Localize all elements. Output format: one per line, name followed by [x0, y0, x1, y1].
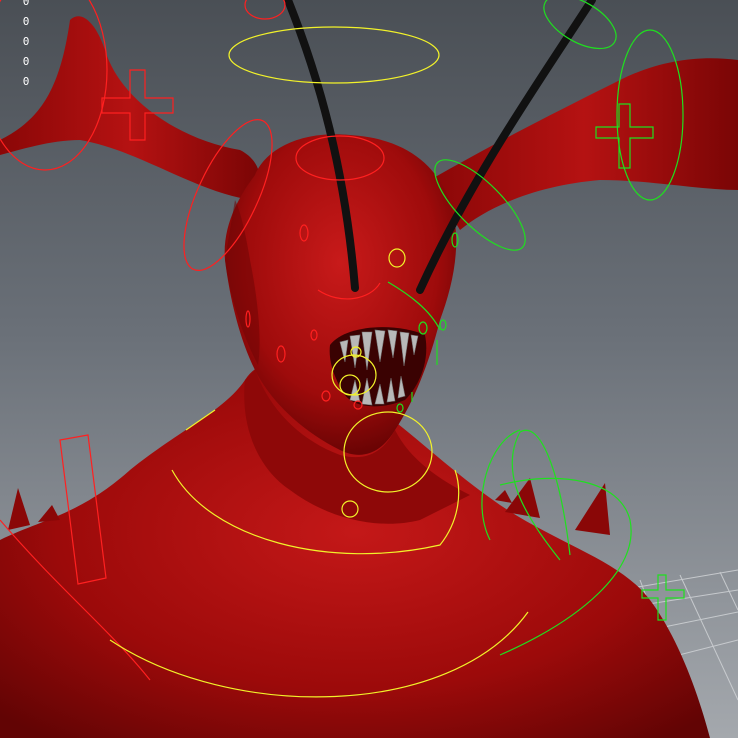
hud-value: 0	[22, 35, 30, 48]
demon-mesh[interactable]	[0, 16, 738, 738]
yellow-ellipse-top	[228, 26, 440, 84]
spike-right-3	[495, 490, 512, 503]
spike-right-1	[505, 478, 540, 518]
spike-right-2	[575, 483, 610, 535]
spike-left-1	[8, 488, 30, 530]
3d-viewport[interactable]: 0 0 0 0 0	[0, 0, 738, 738]
horn-right[interactable]	[430, 58, 738, 231]
horn-left[interactable]	[0, 16, 260, 200]
viewport-scene[interactable]	[0, 0, 738, 738]
hud-value: 0	[22, 75, 30, 88]
hud-value: 0	[22, 15, 30, 28]
spike-left-2	[38, 505, 60, 522]
hud-value: 0	[22, 0, 30, 8]
hud-value: 0	[22, 55, 30, 68]
hud-readout: 0 0 0 0 0	[18, 0, 34, 90]
